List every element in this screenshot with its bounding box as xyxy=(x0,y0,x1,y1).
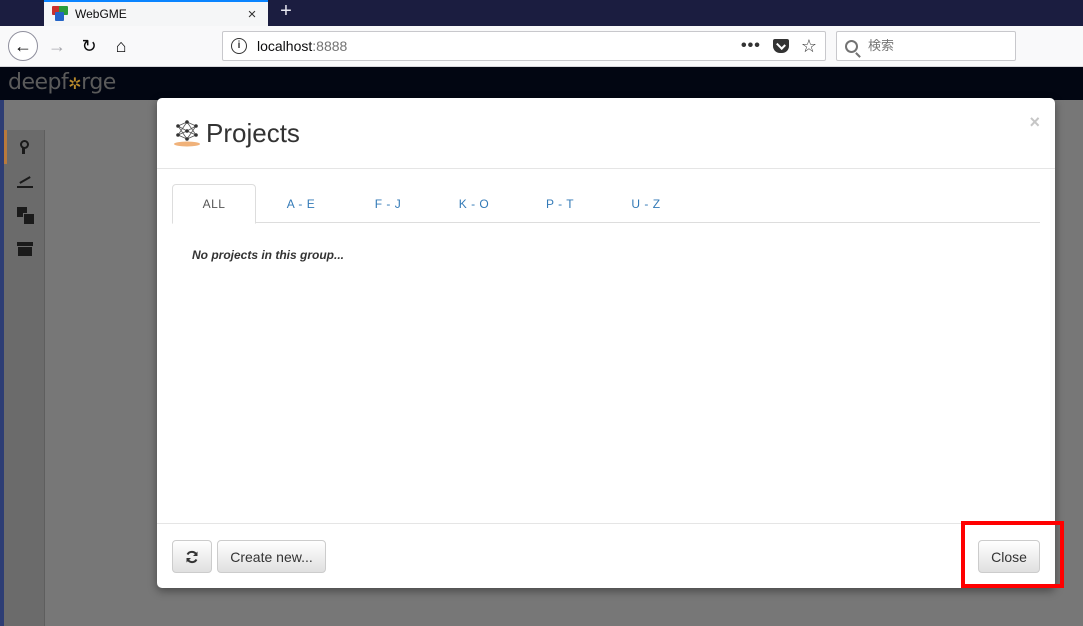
sidebar-item-copies[interactable] xyxy=(4,198,45,232)
tab-p-t[interactable]: P - T xyxy=(518,184,602,223)
page-actions-icon[interactable]: ••• xyxy=(741,37,761,55)
browser-tab-title: WebGME xyxy=(75,7,127,21)
browser-tab-strip: WebGME × + xyxy=(0,0,1083,26)
tab-a-e[interactable]: A - E xyxy=(256,184,346,223)
url-text[interactable]: localhost:8888 xyxy=(257,38,741,54)
modal-header: Projects × xyxy=(157,98,1055,169)
forward-button[interactable]: → xyxy=(42,31,72,61)
sidebar-item-executions[interactable] xyxy=(4,164,45,198)
webgme-favicon-icon xyxy=(52,6,68,22)
refresh-button[interactable] xyxy=(172,540,212,573)
search-input[interactable] xyxy=(868,38,998,54)
search-icon xyxy=(845,39,858,53)
tab-k-o[interactable]: K - O xyxy=(430,184,518,223)
tab-all[interactable]: ALL xyxy=(172,184,256,224)
create-new-button[interactable]: Create new... xyxy=(217,540,326,573)
sidebar-item-branches[interactable] xyxy=(4,130,45,164)
modal-title: Projects xyxy=(206,118,300,148)
pocket-icon[interactable] xyxy=(772,39,789,53)
app-header: deepf✲rge xyxy=(0,67,1083,100)
projects-network-icon xyxy=(174,120,200,147)
url-bar[interactable]: i localhost:8888 ••• ☆ xyxy=(222,31,826,61)
close-tab-icon[interactable]: × xyxy=(244,6,260,23)
forge-gear-icon: ✲ xyxy=(68,74,82,93)
tab-u-z[interactable]: U - Z xyxy=(602,184,690,223)
modal-close-icon[interactable]: × xyxy=(1029,112,1040,133)
refresh-icon xyxy=(186,550,198,563)
chart-icon xyxy=(16,173,33,189)
browser-search-box[interactable] xyxy=(836,31,1016,61)
projects-modal: Projects × ALL A - E F - J K - O P - T U… xyxy=(157,98,1055,588)
close-button-highlight xyxy=(961,521,1064,588)
new-tab-button[interactable]: + xyxy=(274,0,298,26)
back-button[interactable]: ← xyxy=(8,31,38,61)
site-info-icon[interactable]: i xyxy=(231,38,247,54)
bookmark-star-icon[interactable]: ☆ xyxy=(801,36,817,57)
modal-body: ALL A - E F - J K - O P - T U - Z No pro… xyxy=(157,169,1055,523)
tab-f-j[interactable]: F - J xyxy=(346,184,430,223)
branch-icon xyxy=(18,139,34,155)
copy-icon xyxy=(16,207,35,225)
deepforge-logo[interactable]: deepf✲rge xyxy=(8,70,116,95)
project-group-tabs: ALL A - E F - J K - O P - T U - Z xyxy=(172,184,1040,224)
modal-footer: Create new... Close xyxy=(157,523,1055,588)
sidebar-item-archive[interactable] xyxy=(4,232,45,266)
browser-navbar: ← → ↻ ⌂ i localhost:8888 ••• ☆ xyxy=(0,26,1083,67)
reload-button[interactable]: ↻ xyxy=(74,31,104,61)
browser-tab-webgme[interactable]: WebGME × xyxy=(44,0,268,26)
home-button[interactable]: ⌂ xyxy=(106,31,136,61)
archive-icon xyxy=(16,241,33,257)
app-sidebar xyxy=(4,130,45,626)
empty-group-message: No projects in this group... xyxy=(192,248,345,262)
